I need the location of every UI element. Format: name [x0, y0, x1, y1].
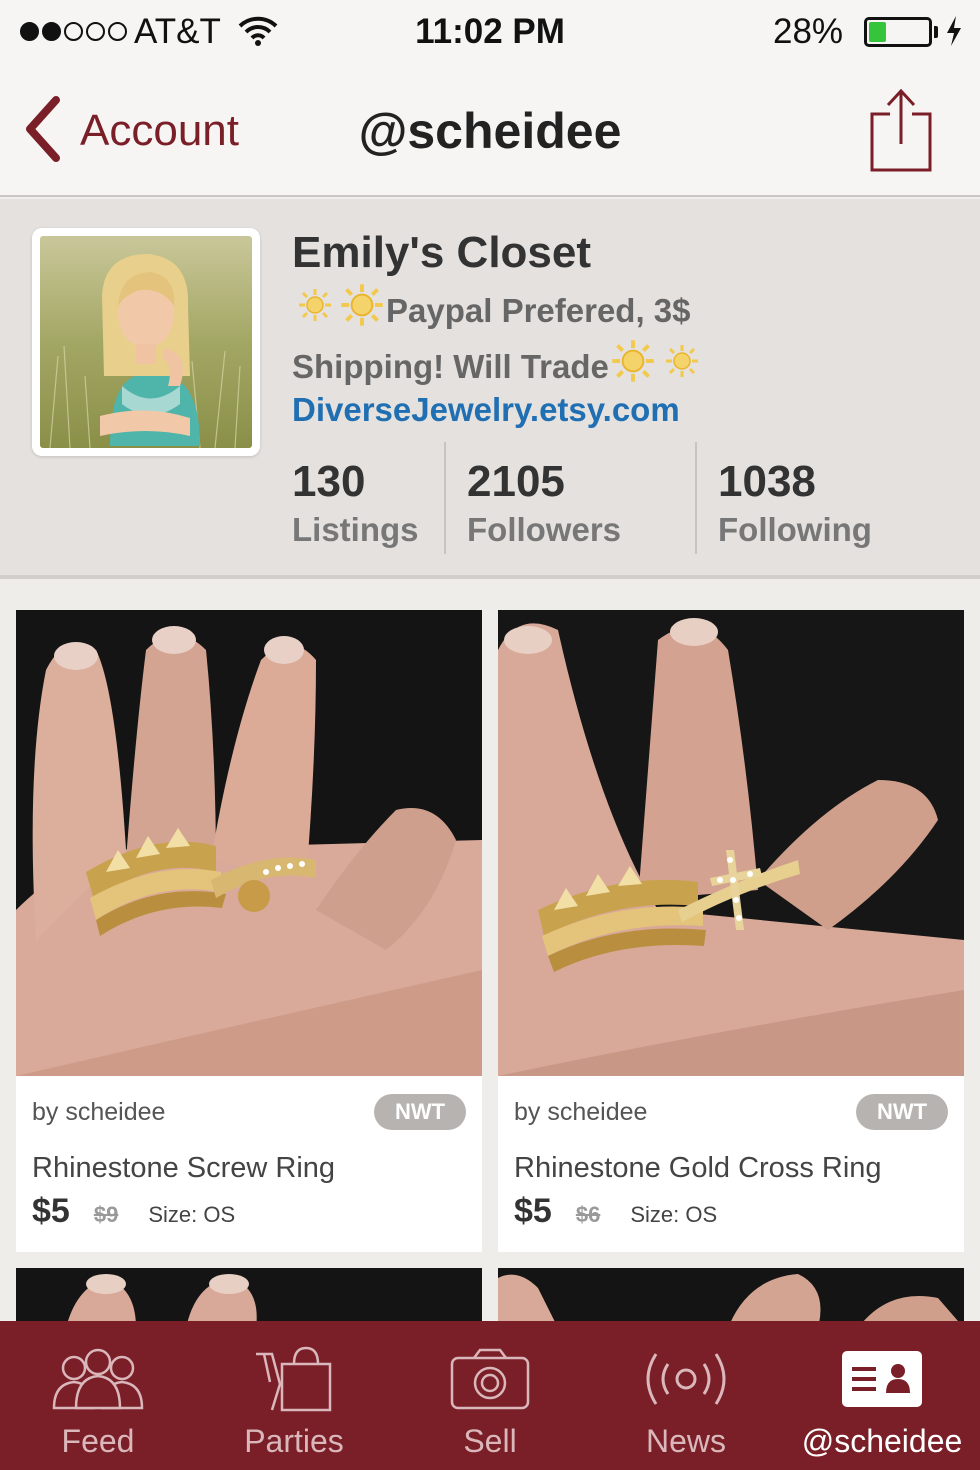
stat-label: Listings [292, 511, 419, 548]
stat-listings[interactable]: 130 Listings [292, 457, 419, 549]
bio-text-line-1: Paypal Prefered, 3$ [386, 292, 691, 329]
listing-card[interactable]: by scheidee NWT Rhinestone Gold Cross Ri… [498, 610, 964, 1252]
listing-info: by scheidee NWT Rhinestone Screw Ring $5… [16, 1076, 482, 1252]
listing-price: $5 [32, 1192, 70, 1230]
battery-percent: 28% [773, 12, 844, 51]
listings-grid[interactable]: by scheidee NWT Rhinestone Screw Ring $5… [0, 583, 980, 1323]
closet-name: Emily's Closet [292, 228, 592, 277]
stat-value: 2105 [467, 457, 565, 506]
chevron-left-icon [22, 95, 62, 167]
listing-price: $5 [514, 1192, 552, 1230]
listing-photo [16, 1268, 482, 1323]
tab-parties[interactable]: Parties [196, 1321, 392, 1470]
profile-header: Emily's Closet Paypal Prefered, 3$ Shipp… [0, 199, 980, 579]
people-icon [0, 1341, 196, 1417]
listing-card[interactable] [16, 1268, 482, 1323]
party-bag-icon [196, 1341, 392, 1417]
stat-value: 130 [292, 457, 366, 506]
tab-bar: Feed Parties Sell News @scheidee [0, 1321, 980, 1470]
condition-badge: NWT [374, 1094, 466, 1130]
profile-bio: Paypal Prefered, 3$ Shipping! Will Trade [292, 283, 812, 395]
website-link[interactable]: DiverseJewelry.etsy.com [292, 391, 680, 429]
back-button-label: Account [80, 106, 239, 155]
share-icon [870, 88, 932, 172]
tab-label: @scheidee [801, 1423, 963, 1459]
sun-emoji-icon [298, 288, 332, 334]
tab-feed[interactable]: Feed [0, 1321, 196, 1470]
navigation-bar: Account @scheidee [0, 64, 980, 197]
avatar[interactable] [32, 228, 260, 456]
tab-news[interactable]: News [588, 1321, 784, 1470]
listing-card[interactable]: by scheidee NWT Rhinestone Screw Ring $5… [16, 610, 482, 1252]
bio-text-line-2: Shipping! Will Trade [292, 348, 609, 385]
listing-size: Size: OS [148, 1202, 236, 1227]
stat-label: Followers [467, 511, 622, 548]
stat-label: Following [718, 511, 872, 548]
sun-emoji-icon [611, 339, 655, 395]
listing-card[interactable] [498, 1268, 964, 1323]
listing-photo [498, 610, 964, 1076]
tab-sell[interactable]: Sell [392, 1321, 588, 1470]
price-row: $5 $6 Size: OS [514, 1192, 717, 1231]
camera-icon [392, 1341, 588, 1417]
stat-divider [444, 442, 446, 554]
stat-followers[interactable]: 2105 Followers [467, 457, 621, 549]
stat-value: 1038 [718, 457, 816, 506]
sun-emoji-icon [340, 283, 384, 339]
seller-name[interactable]: by scheidee [514, 1098, 647, 1127]
stat-divider [695, 442, 697, 554]
battery-icon [864, 17, 932, 47]
original-price: $6 [575, 1202, 601, 1227]
stat-following[interactable]: 1038 Following [718, 457, 872, 549]
listing-size: Size: OS [630, 1202, 718, 1227]
listing-photo [16, 610, 482, 1076]
battery-nub [934, 26, 938, 38]
status-bar: AT&T 11:02 PM 28% [0, 0, 980, 64]
listing-title: Rhinestone Screw Ring [32, 1152, 336, 1184]
broadcast-icon [588, 1341, 784, 1417]
listing-info: by scheidee NWT Rhinestone Gold Cross Ri… [498, 1076, 964, 1252]
profile-card-icon [784, 1341, 980, 1417]
listing-photo [498, 1268, 964, 1323]
seller-name[interactable]: by scheidee [32, 1098, 165, 1127]
condition-badge: NWT [856, 1094, 948, 1130]
charging-bolt-icon [944, 14, 964, 53]
page-title: @scheidee [358, 103, 622, 159]
share-button[interactable] [866, 86, 936, 179]
original-price: $9 [93, 1202, 119, 1227]
back-button[interactable]: Account [22, 95, 239, 167]
listing-title: Rhinestone Gold Cross Ring [514, 1152, 882, 1184]
profile-photo [40, 236, 252, 448]
tab-profile[interactable]: @scheidee [784, 1321, 980, 1470]
sun-emoji-icon [665, 344, 699, 390]
price-row: $5 $9 Size: OS [32, 1192, 235, 1231]
